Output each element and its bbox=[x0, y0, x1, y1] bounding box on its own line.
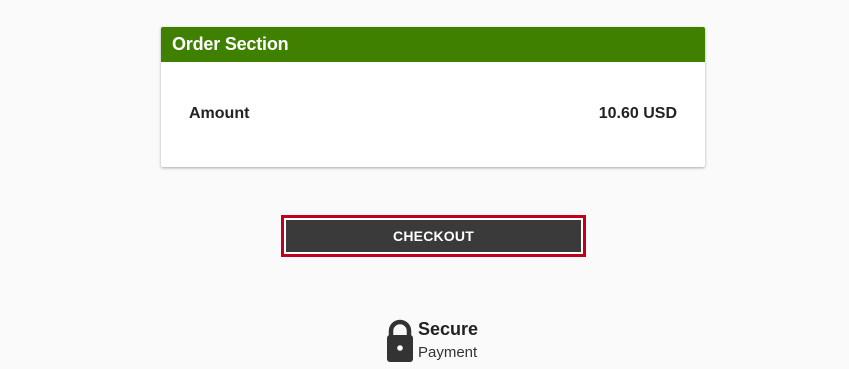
secure-payment-text: Secure Payment bbox=[418, 319, 478, 363]
amount-value: 10.60 USD bbox=[598, 104, 677, 122]
lock-icon bbox=[387, 319, 413, 362]
order-amount-row: Amount 10.60 USD bbox=[161, 62, 705, 167]
amount-label: Amount bbox=[189, 104, 250, 122]
secure-title: Secure bbox=[418, 319, 479, 339]
secure-payment-badge: Secure Payment bbox=[386, 318, 478, 364]
order-section-title: Order Section bbox=[172, 34, 289, 54]
order-section-header: Order Section bbox=[161, 27, 705, 62]
secure-subtitle: Payment bbox=[418, 344, 478, 361]
checkout-page: Order Section Amount 10.60 USD CHECKOUT … bbox=[0, 0, 849, 369]
order-section-card: Order Section Amount 10.60 USD bbox=[161, 27, 705, 167]
checkout-button[interactable]: CHECKOUT bbox=[284, 218, 583, 254]
checkout-focus-ring: CHECKOUT bbox=[281, 215, 586, 257]
